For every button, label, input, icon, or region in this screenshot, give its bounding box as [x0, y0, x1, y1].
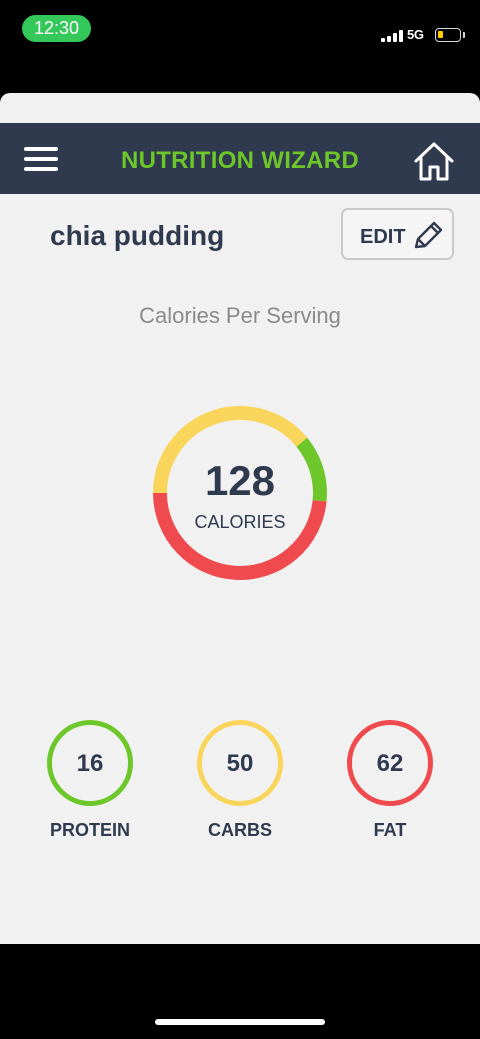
edit-label: EDIT [360, 226, 406, 248]
calorie-unit: CALORIES [194, 512, 286, 532]
network-label: 5G [407, 27, 424, 42]
macro-carbs: 50 CARBS [170, 720, 310, 850]
calorie-value: 128 [204, 457, 276, 504]
app-header: NUTRITION WIZARD [0, 123, 480, 194]
signal-icon [381, 30, 403, 42]
home-indicator[interactable] [155, 1019, 325, 1025]
edit-button[interactable]: EDIT [341, 208, 454, 260]
time-pill: 12:30 [22, 15, 91, 42]
pencil-icon [414, 221, 443, 249]
home-icon[interactable] [410, 139, 458, 183]
carbs-value: 50 [226, 750, 254, 777]
app-sheet: NUTRITION WIZARD chia pudding EDIT Calor… [0, 93, 480, 944]
recipe-name: chia pudding [50, 220, 225, 251]
status-bar: 12:30 5G [0, 0, 480, 60]
fat-value: 62 [376, 750, 404, 777]
calories-section-label: Calories Per Serving [139, 303, 341, 328]
carbs-label: CARBS [207, 820, 272, 840]
donut-segment-2 [153, 492, 327, 580]
protein-value: 16 [76, 750, 104, 777]
macro-protein: 16 PROTEIN [20, 720, 160, 850]
app-title: NUTRITION WIZARD [120, 147, 360, 174]
battery-icon [435, 28, 461, 42]
fat-label: FAT [373, 820, 407, 840]
macro-fat: 62 FAT [320, 720, 460, 850]
protein-label: PROTEIN [49, 820, 130, 840]
